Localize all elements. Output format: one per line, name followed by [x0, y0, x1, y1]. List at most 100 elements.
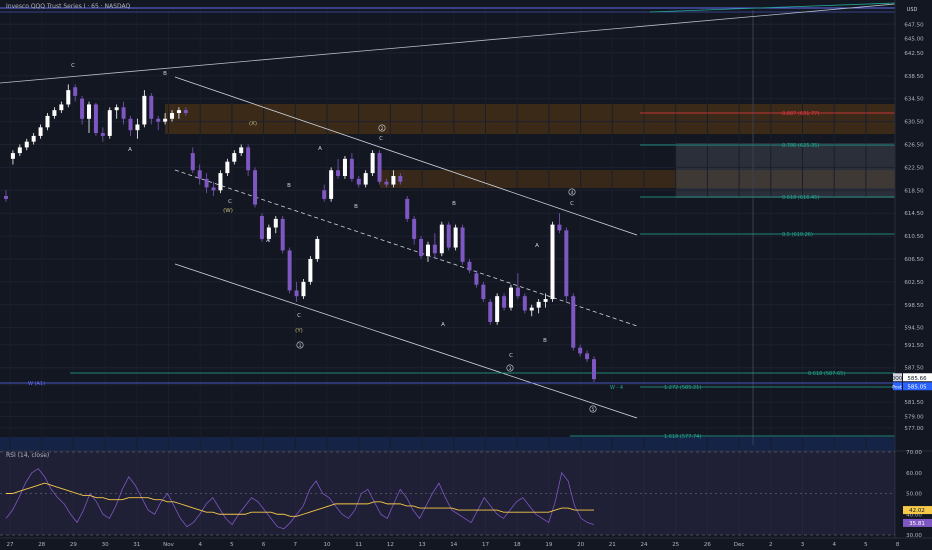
candle-body	[246, 147, 251, 171]
candle-body	[322, 190, 327, 199]
price-tick-label: 630.50	[904, 120, 924, 126]
candle	[571, 293, 576, 351]
time-tick-label: 7	[294, 542, 298, 548]
candle-body	[585, 353, 590, 360]
price-tick-label: 602.50	[904, 280, 924, 286]
time-tick-label: 17	[482, 542, 489, 548]
candle	[439, 221, 444, 257]
candle-body	[294, 290, 299, 297]
candle-body	[453, 227, 458, 248]
price-tick-label: 645.00	[904, 37, 924, 43]
time-tick-label: 21	[609, 542, 616, 548]
time-tick-label: 4	[198, 542, 202, 548]
candle-body	[287, 250, 292, 291]
candle-body	[149, 95, 154, 119]
wave-marker-label: 1	[299, 343, 302, 349]
candle-body	[38, 127, 43, 136]
price-tick-label: 638.50	[904, 74, 924, 80]
fib-level-label: 0.887 (631.77)	[782, 111, 819, 117]
wave-label: C	[228, 199, 232, 205]
price-tick-label: 587.50	[904, 366, 924, 372]
time-tick-label: 30	[102, 542, 109, 548]
candle	[453, 224, 458, 251]
candle	[481, 281, 486, 302]
candle-body	[17, 147, 22, 154]
rsi-tick-label: 60.00	[906, 471, 922, 477]
price-axis-bg	[895, 0, 932, 550]
time-tick-label: Dec	[734, 542, 745, 548]
candle-body	[239, 147, 244, 154]
candle	[508, 284, 513, 311]
candle	[93, 102, 98, 136]
time-tick-label: 6	[262, 542, 266, 548]
candle-body	[93, 104, 98, 134]
wave-label: (X)	[249, 121, 257, 127]
rsi-tick-label: 70.00	[906, 450, 922, 456]
time-tick-label: 20	[577, 542, 584, 548]
candle	[287, 247, 292, 294]
wave-label: C	[379, 136, 383, 142]
candle-body	[571, 296, 576, 348]
wave-label: B	[287, 183, 291, 189]
candle-body	[114, 107, 119, 111]
candle-body	[370, 153, 375, 174]
last-price-symbol: QQQ	[892, 375, 903, 381]
candle-body	[170, 113, 175, 119]
candle-body	[190, 153, 195, 171]
price-chart[interactable]: 0.887 (631.77) 0.786 (625.35) 0.618 (616.4…	[0, 0, 932, 550]
wave-label: A	[318, 146, 322, 152]
candle	[329, 167, 334, 202]
fib-level-label: 0.618 (587.65)	[808, 371, 845, 377]
candle-body	[425, 244, 430, 257]
candle-body	[363, 173, 368, 185]
candle-body	[4, 196, 8, 199]
candle-body	[508, 287, 513, 308]
time-tick-label: 14	[450, 542, 457, 548]
candle	[460, 224, 465, 265]
candle	[419, 236, 424, 259]
price-tick-label: 634.50	[904, 97, 924, 103]
candle	[405, 196, 410, 222]
candle-body	[446, 224, 451, 248]
wave-marker-label: 2	[381, 126, 384, 132]
candle-body	[384, 181, 389, 185]
candle-body	[308, 258, 313, 282]
time-tick-label: 29	[70, 542, 77, 548]
candle-body	[128, 118, 133, 131]
fib-level-label: 0.786 (625.35)	[782, 143, 819, 149]
candle-body	[391, 175, 396, 185]
candle-body	[45, 115, 50, 128]
candle	[253, 167, 258, 208]
wave-marker-label: 5	[592, 407, 595, 413]
wave-label: C	[71, 63, 75, 69]
last-price-value: 585.66	[907, 376, 927, 382]
price-tick-label: 614.50	[904, 211, 924, 217]
candle-body	[197, 170, 202, 179]
wave-marker-label: 3	[509, 366, 512, 372]
fib-level-label: 1.618 (577.74)	[664, 434, 701, 440]
candle-body	[502, 296, 507, 308]
candle-body	[73, 87, 78, 96]
candle-body	[121, 107, 126, 119]
time-tick-label: 18	[514, 542, 521, 548]
candle-body	[52, 110, 57, 116]
time-tick-label: Nov	[163, 542, 174, 548]
time-tick-label: 3	[801, 542, 805, 548]
candle-body	[329, 170, 334, 199]
candle-body	[522, 296, 527, 311]
candle	[446, 221, 451, 251]
candle-body	[356, 178, 361, 185]
candle-body	[59, 104, 64, 111]
candle-body	[439, 224, 444, 254]
w-a1-label: W (A1)	[28, 381, 45, 387]
time-tick-label: 13	[419, 542, 426, 548]
time-tick-label: 5	[864, 542, 868, 548]
rsi-ma-tag: 35.81	[909, 521, 925, 527]
wave-label: B	[163, 71, 167, 77]
candle	[550, 221, 555, 302]
candle	[495, 293, 500, 325]
candle-body	[467, 261, 472, 271]
candle-body	[349, 158, 354, 179]
candle-body	[336, 170, 341, 176]
price-axis	[894, 0, 932, 550]
